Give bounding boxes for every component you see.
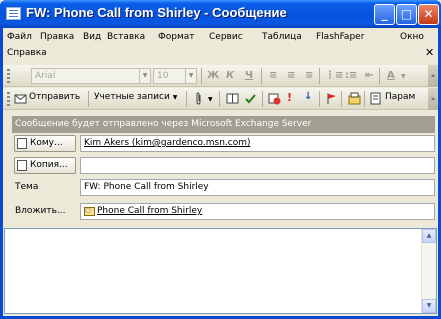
vertical-scrollbar[interactable]: ▲ ▼ [421,229,436,313]
address-book-icon [17,160,27,171]
font-name-combo[interactable]: Arial ▼ [31,68,151,84]
font-size-value: 10 [157,71,169,81]
cc-button[interactable]: Копия... [14,157,76,174]
align-left-icon[interactable]: ≡ [269,70,277,81]
font-color-button[interactable]: A [387,70,395,81]
align-center-icon[interactable]: ≡ [287,70,295,81]
numbered-list-icon[interactable]: ⋮≡ [325,70,343,81]
underline-button[interactable]: Ч [245,70,253,81]
menu-format[interactable]: Формат [158,32,195,42]
menu-help[interactable]: Справка [7,48,47,58]
separator [262,91,263,107]
title-bar[interactable]: FW: Phone Call from Shirley - Сообщение … [0,0,441,28]
menu-edit[interactable]: Правка [40,32,74,42]
message-window: FW: Phone Call from Shirley - Сообщение … [0,0,441,319]
bold-button[interactable]: Ж [207,70,219,81]
accounts-button[interactable]: Учетные записи ▼ [94,92,177,102]
permission-icon[interactable] [268,92,281,105]
scroll-down-icon[interactable]: ▼ [422,299,436,313]
maximize-button[interactable]: □ [396,4,417,25]
separator [319,68,320,84]
separator [186,91,187,107]
window-title: FW: Phone Call from Shirley - Сообщение [26,5,287,20]
chevron-down-icon: ▼ [172,94,178,101]
minimize-button[interactable]: _ [374,4,395,25]
separator [201,68,202,84]
bulleted-list-icon[interactable]: :≡ [345,70,357,81]
separator [341,91,342,107]
toolbar-options-icon[interactable]: » [428,65,438,87]
menu-flashpaper[interactable]: FlashFaper [316,32,364,42]
menu-window[interactable]: Окно [400,32,424,42]
to-label: Кому... [30,138,63,148]
message-body[interactable]: ▲ ▼ [4,228,437,314]
italic-button[interactable]: К [226,70,234,81]
chevron-down-icon[interactable]: ▼ [185,69,196,83]
subject-field[interactable]: FW: Phone Call from Shirley [80,179,435,196]
close-button[interactable]: ✕ [418,4,439,25]
separator [379,68,380,84]
align-right-icon[interactable]: ≡ [305,70,313,81]
options-icon[interactable] [348,92,361,105]
chevron-down-icon[interactable]: ▼ [401,73,406,80]
params-button[interactable]: Парам [385,92,415,102]
font-name-value: Arial [35,71,56,81]
to-field[interactable]: Kim Akers (kim@gardenco.msn.com) [80,135,435,152]
menu-close-icon[interactable]: ✕ [425,46,434,59]
message-icon [6,7,21,20]
address-book-icon [17,138,27,149]
to-button[interactable]: Кому... [14,135,76,152]
menu-table[interactable]: Таблица [262,32,302,42]
address-book-icon[interactable] [226,92,239,105]
flag-icon[interactable] [325,92,338,105]
subject-label: Тема [15,182,39,192]
separator [319,91,320,107]
attachment-icon [84,207,95,216]
scroll-up-icon[interactable]: ▲ [422,229,436,243]
attachment-link[interactable]: Phone Call from Shirley [97,206,202,216]
importance-high-icon[interactable]: ! [287,91,292,104]
cc-field[interactable] [80,157,435,174]
separator [88,91,89,107]
params-icon[interactable] [369,92,382,105]
attach-field[interactable]: Phone Call from Shirley [80,203,435,220]
chevron-down-icon[interactable]: ▼ [208,96,213,103]
chevron-down-icon[interactable]: ▼ [139,69,150,83]
menu-view[interactable]: Вид [83,32,101,42]
font-size-combo[interactable]: 10 ▼ [153,68,197,84]
separator [219,91,220,107]
menu-tools[interactable]: Сервис [209,32,243,42]
send-icon [14,94,27,104]
menu-insert[interactable]: Вставка [107,32,145,42]
menu-bar: Файл Правка Вид Вставка Формат Сервис Та… [3,28,438,64]
menu-file[interactable]: Файл [7,32,32,42]
client-area: Файл Правка Вид Вставка Формат Сервис Та… [3,28,438,316]
formatting-toolbar: Arial ▼ 10 ▼ Ж К Ч ≡ ≡ ≡ ⋮≡ :≡ ⇤ A ▼ » [3,65,438,87]
toolbar-options-icon[interactable]: » [428,88,438,110]
exchange-info-bar: Сообщение будет отправлено через Microso… [12,116,435,133]
to-recipient[interactable]: Kim Akers (kim@gardenco.msn.com) [84,138,251,148]
cc-label: Копия... [30,160,68,170]
importance-low-icon[interactable]: ↓ [304,91,312,102]
attach-label: Вложить... [15,206,66,216]
decrease-indent-icon[interactable]: ⇤ [365,70,373,81]
paperclip-icon[interactable] [192,92,205,105]
accounts-label: Учетные записи [94,92,170,102]
toolbar-grip[interactable] [7,69,10,83]
send-label: Отправить [29,92,81,102]
separator [261,68,262,84]
standard-toolbar: Отправить Учетные записи ▼ ▼ ! ↓ Парам » [3,88,438,110]
separator [364,91,365,107]
toolbar-grip[interactable] [7,92,10,106]
check-names-icon[interactable] [244,92,257,105]
